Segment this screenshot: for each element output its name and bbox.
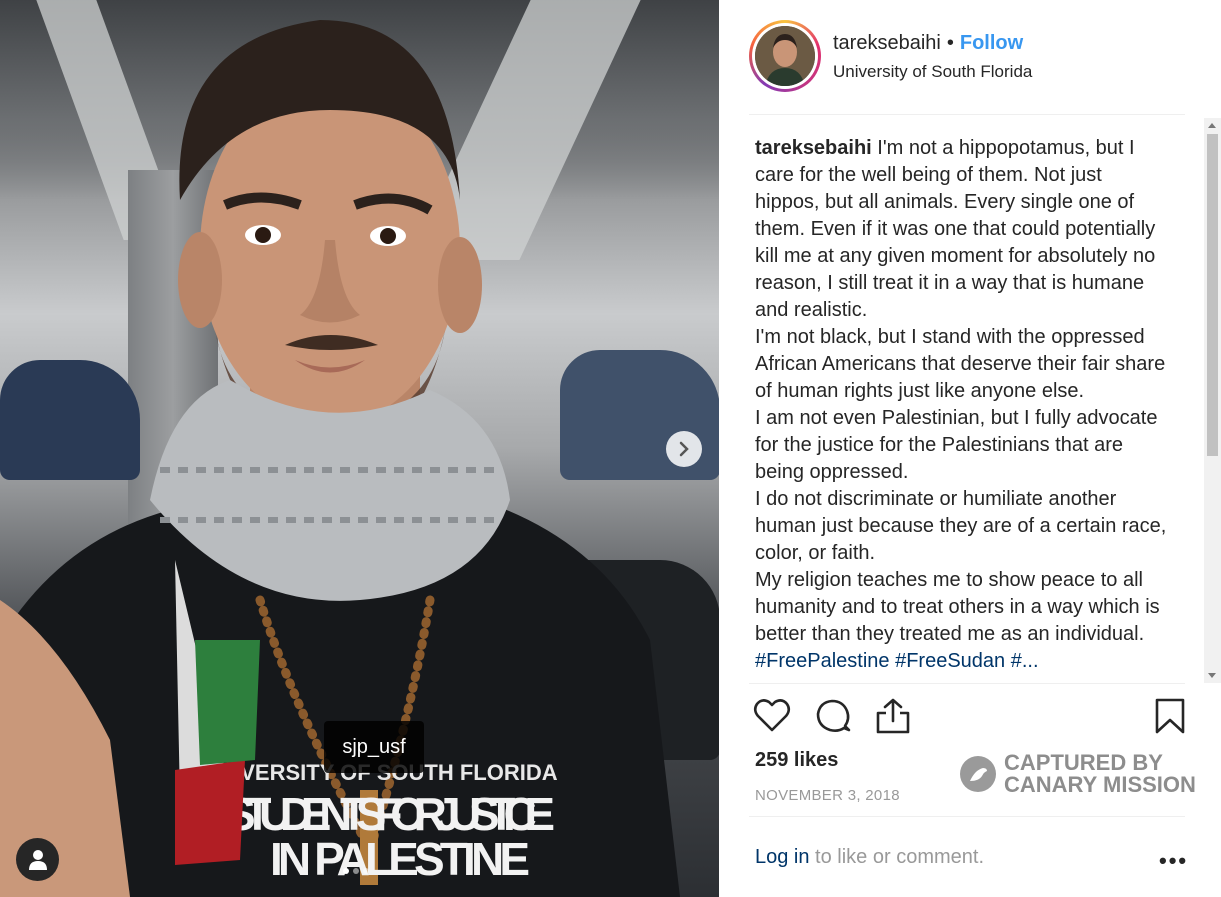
login-prompt-text: to like or comment. [809,846,985,868]
post-header: tareksebaihi • Follow University of South … [749,20,1185,115]
carousel-dot [363,868,369,874]
caption-hashtags[interactable]: #FreePalestine #FreeSudan #... [755,648,1171,675]
bird-icon [960,756,996,792]
more-options-button[interactable]: ••• [1159,848,1188,874]
chevron-right-icon [679,441,689,457]
scrollbar-thumb[interactable] [1207,134,1218,456]
scroll-down-arrow[interactable] [1208,673,1216,678]
heart-icon[interactable] [753,697,791,735]
caption-username[interactable]: tareksebaihi [755,137,872,159]
tagged-users-button[interactable] [16,838,59,881]
share-icon[interactable] [874,697,912,735]
avatar-image [755,26,815,86]
caption-paragraph: My religion teaches me to show peace to … [755,569,1160,645]
user-icon [28,849,47,870]
shirt-text: IN PALESTINE [270,833,530,885]
bookmark-icon[interactable] [1151,697,1189,735]
caption-paragraph: I do not discriminate or humiliate anoth… [755,488,1167,564]
location-link[interactable]: University of South Florida [833,62,1032,82]
carousel-indicator [343,868,369,874]
user-tag[interactable]: sjp_usf [324,721,424,773]
divider [749,816,1185,817]
next-photo-button[interactable] [666,431,702,467]
caption-paragraph: I'm not black, but I stand with the oppr… [755,326,1166,402]
caption-paragraph: I'm not a hippopotamus, but I care for t… [755,137,1156,321]
watermark-line1: CAPTURED BY [1004,750,1163,775]
login-link[interactable]: Log in [755,846,810,868]
follow-button[interactable]: Follow [960,32,1023,54]
caption-scrollbar[interactable] [1204,118,1221,683]
carousel-dot [343,868,349,874]
watermark-line2: CANARY MISSION [1004,772,1196,797]
login-prompt: Log in to like or comment. [755,846,984,869]
caption-paragraph: I am not even Palestinian, but I fully a… [755,407,1158,483]
post-side-panel: tareksebaihi • Follow University of South … [719,0,1221,897]
likes-count[interactable]: 259 likes [755,749,838,772]
caption-area: tareksebaihi I'm not a hippopotamus, but… [749,118,1219,683]
carousel-dot [353,868,359,874]
caption-text: tareksebaihi I'm not a hippopotamus, but… [755,135,1171,675]
post-date: NOVEMBER 3, 2018 [755,787,900,804]
divider [749,683,1185,684]
separator: • [946,32,954,54]
comment-icon[interactable] [814,697,852,735]
avatar[interactable] [749,20,821,92]
user-tag-label: sjp_usf [342,735,406,758]
username-link[interactable]: tareksebaihi [833,32,941,54]
post-photo[interactable]: UNIVERSITY OF SOUTH FLORIDA STUDENTS FOR… [0,0,719,897]
watermark: CAPTURED BY CANARY MISSION [960,752,1196,796]
scroll-up-arrow[interactable] [1208,123,1216,128]
